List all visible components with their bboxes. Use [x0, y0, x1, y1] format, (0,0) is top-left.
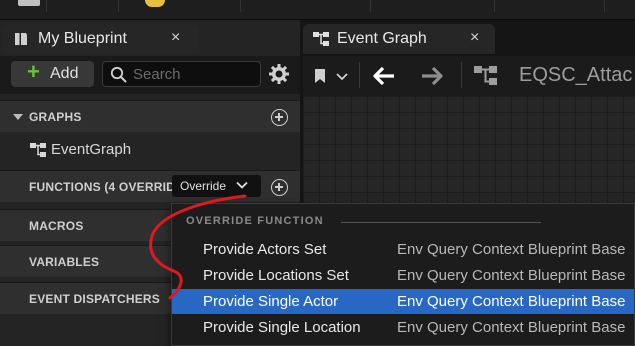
- toolbar-divider: [240, 0, 241, 12]
- section-graphs[interactable]: GRAPHS: [0, 100, 300, 132]
- override-label: Override: [180, 179, 227, 193]
- menu-item-provide-locations-set[interactable]: Provide Locations Set Env Query Context …: [172, 263, 634, 288]
- graph-item-eventgraph[interactable]: EventGraph: [0, 134, 300, 166]
- event-graph-icon: [313, 32, 329, 46]
- search-box[interactable]: [102, 61, 261, 87]
- search-icon: [110, 66, 127, 83]
- menu-item-name: Provide Single Actor: [203, 293, 339, 310]
- menu-item-name: Provide Locations Set: [203, 267, 349, 284]
- tab-my-blueprint[interactable]: My Blueprint ×: [3, 24, 199, 54]
- menu-item-category: Env Query Context Blueprint Base: [397, 319, 626, 336]
- toolbar-divider: [118, 0, 119, 12]
- chevron-down-icon[interactable]: [336, 72, 348, 82]
- menu-item-name: Provide Actors Set: [203, 241, 327, 258]
- tab-event-graph[interactable]: Event Graph ×: [303, 24, 495, 54]
- menu-item-provide-actors-set[interactable]: Provide Actors Set Env Query Context Blu…: [172, 237, 634, 262]
- toolbar-divider: [604, 0, 605, 12]
- add-function-icon[interactable]: [271, 179, 288, 196]
- section-label: GRAPHS: [29, 110, 82, 124]
- override-dropdown-button[interactable]: Override: [172, 175, 261, 197]
- menu-item-provide-single-actor[interactable]: Provide Single Actor Env Query Context B…: [172, 289, 634, 314]
- tab-title: My Blueprint: [38, 30, 127, 47]
- forward-arrow-icon[interactable]: [420, 66, 444, 86]
- chevron-down-icon: [236, 181, 248, 189]
- blueprint-book-icon: [15, 33, 27, 45]
- menu-item-category: Env Query Context Blueprint Base: [397, 293, 626, 310]
- toolbar-divider: [370, 0, 371, 12]
- menu-item-category: Env Query Context Blueprint Base: [397, 241, 626, 258]
- search-input[interactable]: [133, 65, 253, 83]
- toolbar-divider: [46, 0, 47, 12]
- menu-header-divider: [341, 222, 541, 223]
- bookmark-icon[interactable]: [313, 68, 327, 84]
- section-label: FUNCTIONS (4 OVERRID: [29, 180, 176, 194]
- add-button[interactable]: + Add: [11, 59, 94, 87]
- graph-breadcrumb-title: EQSC_Attac: [519, 64, 633, 86]
- event-graph-icon: [30, 143, 46, 157]
- menu-item-provide-single-location[interactable]: Provide Single Location Env Query Contex…: [172, 315, 634, 340]
- close-icon[interactable]: ×: [470, 29, 479, 47]
- toolbar-divider: [494, 0, 495, 12]
- toolbar-divider: [461, 62, 462, 88]
- top-toolbar-strip: [0, 0, 635, 20]
- graph-item-label: EventGraph: [51, 141, 132, 158]
- menu-item-category: Env Query Context Blueprint Base: [397, 267, 626, 284]
- toolbar-divider: [359, 62, 360, 88]
- section-label: VARIABLES: [29, 255, 100, 269]
- section-label: EVENT DISPATCHERS: [29, 292, 160, 306]
- event-graph-icon: [474, 66, 497, 85]
- menu-header: OVERRIDE FUNCTION: [186, 215, 324, 227]
- override-function-menu: OVERRIDE FUNCTION Provide Actors Set Env…: [171, 203, 635, 346]
- plus-icon: +: [27, 59, 40, 84]
- back-arrow-icon[interactable]: [372, 66, 396, 86]
- save-icon[interactable]: [18, 0, 40, 6]
- close-icon[interactable]: ×: [171, 29, 180, 47]
- caret-down-icon: [13, 114, 23, 120]
- tab-title: Event Graph: [337, 30, 427, 47]
- add-graph-icon[interactable]: [271, 109, 288, 126]
- add-label: Add: [50, 65, 79, 82]
- section-label: MACROS: [29, 219, 84, 233]
- compile-icon[interactable]: [145, 0, 165, 7]
- menu-item-name: Provide Single Location: [203, 319, 361, 336]
- gear-icon[interactable]: [267, 62, 291, 86]
